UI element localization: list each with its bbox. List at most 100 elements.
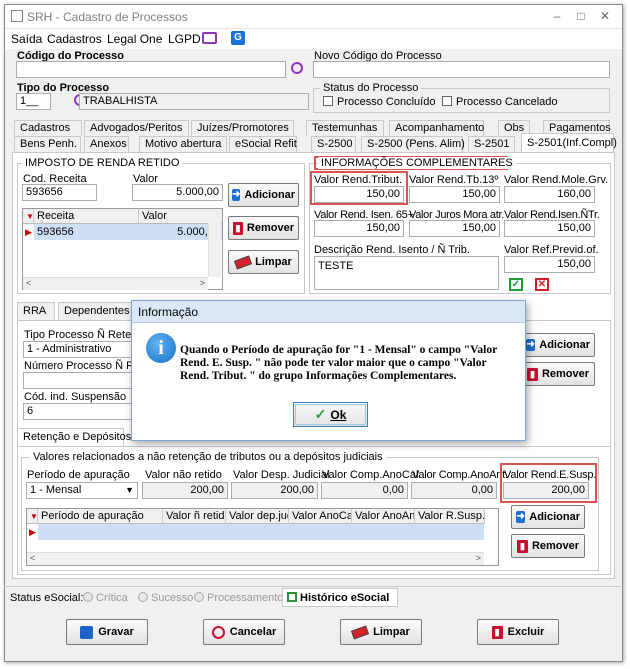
- horizontal-scrollbar[interactable]: < >: [23, 277, 208, 290]
- tab-retencao-depositos[interactable]: Retenção e Depósitos: [17, 428, 131, 446]
- adicionar-button[interactable]: ➜ Adicionar: [521, 333, 595, 357]
- trash-icon: ▮: [491, 625, 503, 639]
- table-row[interactable]: 593656 5.000,00: [34, 224, 222, 240]
- info-icon: i: [146, 333, 176, 363]
- processo-cancelado-checkbox[interactable]: Processo Cancelado: [442, 96, 558, 108]
- tab-s2501[interactable]: S-2501: [468, 136, 515, 152]
- historico-label: Histórico eSocial: [300, 592, 390, 604]
- tab-s2500[interactable]: S-2500: [311, 136, 356, 152]
- vertical-scrollbar[interactable]: [208, 223, 221, 277]
- minimize-button[interactable]: –: [547, 8, 567, 24]
- info-compl-title: INFORMAÇÕES COMPLEMENTARES: [318, 157, 516, 169]
- horizontal-scrollbar[interactable]: < >: [27, 552, 484, 565]
- radio-critica[interactable]: Crítica: [83, 592, 128, 604]
- app-g-icon[interactable]: G: [231, 31, 245, 45]
- irrf-title: IMPOSTO DE RENDA RETIDO: [22, 157, 183, 169]
- trash-icon: ▮: [233, 221, 243, 235]
- ok-button[interactable]: ✓ Ok: [293, 402, 368, 427]
- limpar-button[interactable]: Limpar: [340, 619, 422, 645]
- title-bar: SRH - Cadastro de Processos – □ ✕: [5, 5, 622, 29]
- valores-title: Valores relacionados a não retenção de t…: [30, 451, 386, 463]
- check-icon: ✓: [314, 406, 327, 422]
- radio-processamento[interactable]: Processamento: [194, 592, 283, 604]
- historico-esocial-tab[interactable]: Histórico eSocial: [282, 588, 398, 607]
- tab-rra[interactable]: RRA: [17, 302, 55, 320]
- cancelar-label: Cancelar: [229, 626, 277, 638]
- valor-input[interactable]: 5.000,00: [132, 184, 223, 201]
- tipo-processo-desc: TRABALHISTA: [79, 93, 309, 110]
- periodo-label: Período de apuração: [27, 469, 130, 481]
- tab-acompanhamento[interactable]: Acompanhamento: [389, 120, 484, 136]
- grid-header-anoant: Valor AnoAnt.: [352, 509, 415, 524]
- search-icon[interactable]: [291, 62, 303, 74]
- status-processo-title: Status do Processo: [320, 82, 422, 94]
- cancelar-button[interactable]: Cancelar: [203, 619, 285, 645]
- radio-sucesso[interactable]: Sucesso: [138, 592, 193, 604]
- remover-button[interactable]: ▮ Remover: [511, 534, 585, 558]
- grid-header-periodo: Período de apuração: [38, 509, 163, 524]
- tab-advogados[interactable]: Advogados/Peritos: [84, 120, 189, 136]
- confirm-check-icon[interactable]: ✓: [509, 278, 523, 291]
- codigo-processo-input[interactable]: [16, 61, 286, 78]
- tipo-proc-ret-select[interactable]: 1 - Administrativo: [23, 341, 133, 358]
- rend-mole-input[interactable]: 160,00: [504, 186, 595, 203]
- dialog-message: Quando o Período de apuração for "1 - Me…: [180, 344, 497, 382]
- monitor-icon[interactable]: [202, 32, 217, 44]
- periodo-value: 1 - Mensal: [30, 484, 82, 496]
- juros-mora-input[interactable]: 150,00: [409, 220, 500, 237]
- grid-header-receita: Receita: [34, 209, 139, 224]
- tipo-processo-code[interactable]: 1__: [16, 93, 51, 110]
- tab-motivo-abertura[interactable]: Motivo abertura: [139, 136, 227, 152]
- limpar-label: Limpar: [255, 256, 292, 268]
- tab-esocial-refit[interactable]: eSocial Refit: [229, 136, 297, 152]
- tab-dependentes[interactable]: Dependentes e: [58, 302, 136, 320]
- rend-isen-ntr-input[interactable]: 150,00: [504, 220, 595, 237]
- maximize-button[interactable]: □: [571, 8, 591, 24]
- tab-juizes[interactable]: Juízes/Promotores: [191, 120, 294, 136]
- rend-isen65-input[interactable]: 150,00: [314, 220, 404, 237]
- remover-button[interactable]: ▮ Remover: [521, 362, 595, 386]
- remover-label: Remover: [541, 368, 590, 380]
- novo-codigo-input[interactable]: [313, 61, 610, 78]
- periodo-select[interactable]: 1 - Mensal ▼: [26, 482, 138, 499]
- tab-testemunhas[interactable]: Testemunhas: [306, 120, 384, 136]
- tab-cadastros[interactable]: Cadastros: [14, 120, 82, 136]
- tab-bens-penh[interactable]: Bens Penh.: [14, 136, 81, 152]
- cod-susp-input[interactable]: 6: [23, 403, 133, 420]
- grid-header-anocal: Valor AnoCal.: [289, 509, 352, 524]
- adicionar-label: Adicionar: [244, 189, 296, 201]
- adicionar-button[interactable]: ➜ Adicionar: [511, 505, 585, 529]
- divider: [17, 446, 611, 447]
- grid-indicator-header: ▼: [27, 509, 38, 524]
- processo-concluido-checkbox[interactable]: Processo Concluído: [323, 96, 435, 108]
- remover-label: Remover: [246, 222, 294, 234]
- adicionar-button[interactable]: ➜ Adicionar: [228, 183, 299, 207]
- limpar-button[interactable]: Limpar: [228, 250, 299, 274]
- menu-lgpd[interactable]: LGPD: [168, 32, 201, 46]
- rend-13-input[interactable]: 150,00: [409, 186, 500, 203]
- menu-legal-one[interactable]: Legal One: [107, 32, 162, 46]
- col0-label: Valor não retido: [145, 469, 222, 481]
- gravar-button[interactable]: Gravar: [66, 619, 148, 645]
- add-arrow-icon: ➜: [516, 511, 526, 523]
- num-proc-ret-input[interactable]: [23, 372, 133, 389]
- close-button[interactable]: ✕: [595, 8, 615, 24]
- ref-previd-input[interactable]: 150,00: [504, 256, 595, 273]
- save-icon: [80, 625, 94, 639]
- desc-rend-textarea[interactable]: TESTE: [314, 256, 499, 290]
- rend-mole-label: Valor Rend.Mole.Grv.: [504, 174, 609, 186]
- cod-receita-input[interactable]: 593656: [22, 184, 97, 201]
- remover-button[interactable]: ▮ Remover: [228, 216, 299, 240]
- tab-s2501-inf-compl[interactable]: S-2501(Inf.Compl): [521, 133, 617, 152]
- cancel-x-icon[interactable]: ✕: [535, 278, 549, 291]
- status-esocial-label: Status eSocial:: [10, 592, 84, 604]
- excluir-button[interactable]: ▮ Excluir: [477, 619, 559, 645]
- menu-cadastros[interactable]: Cadastros: [47, 32, 102, 46]
- tab-anexos[interactable]: Anexos: [84, 136, 129, 152]
- add-arrow-icon: ➜: [526, 339, 536, 351]
- chevron-down-icon: ▼: [125, 485, 134, 495]
- table-row[interactable]: [38, 524, 484, 540]
- grid-header-rsusp: Valor R.Susp.: [415, 509, 485, 524]
- tab-s2500-pens[interactable]: S-2500 (Pens. Alim): [361, 136, 465, 152]
- menu-saida[interactable]: Saída: [11, 32, 42, 46]
